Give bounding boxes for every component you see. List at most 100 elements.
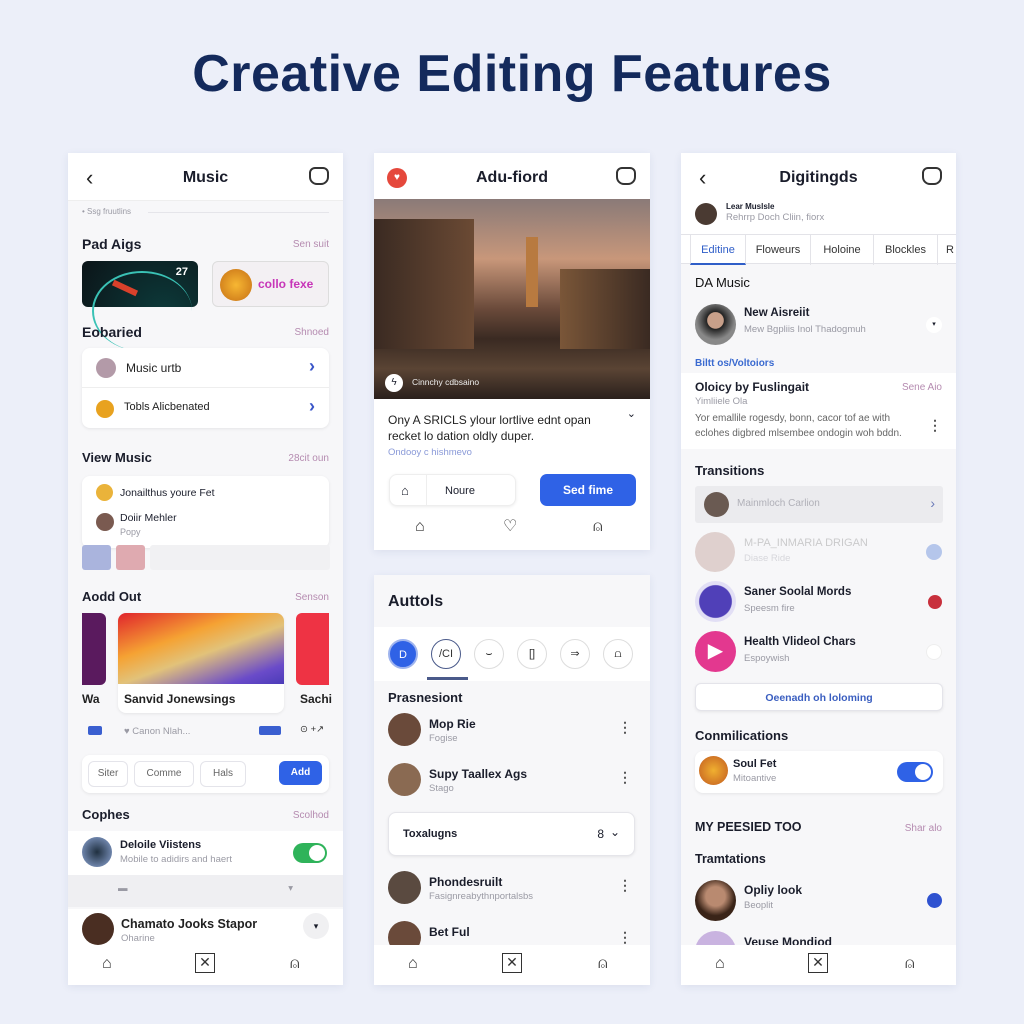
link[interactable]: Biltt os/Voltoiors bbox=[695, 358, 774, 369]
music-icon bbox=[695, 581, 736, 622]
home-icon[interactable]: ⌂ bbox=[102, 955, 112, 973]
list-item[interactable]: Mainmloch Carlion › bbox=[695, 486, 943, 523]
halo-button[interactable]: Hals bbox=[200, 761, 246, 787]
avatar bbox=[695, 203, 717, 225]
more-icon[interactable]: ⋮ bbox=[618, 719, 632, 736]
profile-icon[interactable]: ⍝ bbox=[593, 518, 603, 536]
close-box-icon[interactable]: ✕ bbox=[808, 953, 828, 973]
see-all-link[interactable]: Sen suit bbox=[293, 239, 329, 250]
item-title: Opliy look bbox=[744, 883, 803, 897]
more-icon[interactable]: ⋮ bbox=[928, 417, 942, 434]
avatar bbox=[388, 713, 421, 746]
tool-icon[interactable]: ⩍ bbox=[603, 639, 633, 669]
carousel-card-right[interactable] bbox=[296, 613, 329, 685]
mask-icon[interactable] bbox=[616, 167, 636, 185]
see-all-link[interactable]: 28cit oun bbox=[288, 453, 329, 464]
color-swatch[interactable] bbox=[116, 545, 145, 570]
mask-icon[interactable] bbox=[922, 167, 942, 185]
thumbnail-gauge[interactable]: 27 bbox=[82, 261, 198, 351]
text-input[interactable]: ⌂ Noure bbox=[389, 474, 516, 506]
dropdown-icon[interactable]: ▾ bbox=[926, 317, 942, 333]
expand-button[interactable]: ▾ bbox=[303, 913, 329, 939]
tool-icon[interactable]: ⌣ bbox=[474, 639, 504, 669]
primary-button[interactable]: Sed fime bbox=[540, 474, 636, 506]
toggle-switch[interactable] bbox=[897, 762, 933, 782]
list-item[interactable]: Music urtb › bbox=[82, 348, 329, 388]
see-all-link[interactable]: Senson bbox=[295, 592, 329, 603]
list-item[interactable]: Deloile Viistens Mobile to adidirs and h… bbox=[68, 831, 343, 875]
load-more-button[interactable]: Oeenadh oh loloming bbox=[695, 683, 943, 711]
more-icon[interactable]: ⋮ bbox=[618, 769, 632, 786]
item-label: Music urtb bbox=[126, 361, 182, 375]
dropdown[interactable]: Toxalugns 8 ⌄ bbox=[388, 812, 635, 856]
list-item[interactable]: Phondesruilt Fasignreabythnportalsbs ⋮ bbox=[374, 869, 650, 909]
list-item[interactable]: New Aisreiit Mew Bgpliis Inol Thadogmuh … bbox=[681, 303, 956, 347]
toggle-switch[interactable] bbox=[293, 843, 327, 863]
card: Oloicy by Fuslingait Sene Aio Yimliiele … bbox=[681, 373, 956, 449]
more-icon[interactable]: ⋮ bbox=[618, 929, 632, 946]
tab-holoine[interactable]: Holoine bbox=[811, 235, 874, 265]
home-icon[interactable]: ⌂ bbox=[715, 955, 725, 973]
filter-button[interactable]: Siter bbox=[88, 761, 128, 787]
tab-blockles[interactable]: Blockles bbox=[874, 235, 938, 265]
carousel-card-center[interactable]: Sanvid Jonewsings bbox=[118, 613, 284, 713]
close-box-icon[interactable]: ✕ bbox=[195, 953, 215, 973]
tool-icon[interactable]: [] bbox=[517, 639, 547, 669]
see-all-link[interactable]: Scolhod bbox=[293, 810, 329, 821]
city-photo[interactable]: ϟ Cinnchy cdbsaino bbox=[374, 199, 650, 399]
color-swatch[interactable] bbox=[150, 545, 330, 570]
list-item[interactable]: Chamato Jooks Stapor Oharine ▾ bbox=[68, 909, 343, 949]
item-title: Deloile Viistens bbox=[120, 839, 202, 851]
home-icon[interactable]: ⌂ bbox=[415, 518, 425, 536]
profile-icon[interactable]: ⍝ bbox=[905, 955, 915, 973]
tab-floweurs[interactable]: Floweurs bbox=[746, 235, 811, 265]
list-item[interactable]: Bet Ful ⋮ bbox=[374, 919, 650, 954]
profile-subtitle: Rehrrp Doch Cliin, fiorx bbox=[726, 212, 825, 223]
list-item[interactable]: Soul Fet Mitoantive bbox=[695, 751, 943, 793]
chevron-right-icon: › bbox=[309, 356, 315, 376]
home-icon[interactable]: ⌂ bbox=[408, 955, 418, 973]
list-item[interactable]: Opliy look Beoplit bbox=[681, 879, 956, 923]
tool-icon-selected[interactable]: D bbox=[388, 639, 418, 669]
tool-icon[interactable]: ⇒ bbox=[560, 639, 590, 669]
share-icon[interactable]: ⊙ +↗ bbox=[300, 724, 324, 735]
combine-button[interactable]: Comme bbox=[134, 761, 194, 787]
profile-row[interactable]: Lear Muslsle Rehrrp Doch Cliin, fiorx bbox=[681, 199, 956, 234]
bag-icon: ⌂ bbox=[401, 483, 409, 498]
collapsed-row[interactable]: ▬ ▾ bbox=[68, 875, 343, 907]
section-title: Pad Aigs bbox=[82, 236, 142, 252]
section-title: Tramtations bbox=[695, 852, 766, 866]
carousel-card-left[interactable] bbox=[82, 613, 106, 685]
mask-icon[interactable] bbox=[309, 167, 329, 185]
avatar bbox=[82, 837, 112, 867]
thumbnail-collo[interactable]: collo fexe bbox=[212, 261, 329, 307]
list-item[interactable]: Supy Taallex Ags Stago ⋮ bbox=[374, 761, 650, 801]
tab-more[interactable]: R bbox=[938, 235, 956, 265]
link[interactable]: Ondooy c hishmevo bbox=[388, 447, 472, 458]
avatar bbox=[388, 871, 421, 904]
list-item[interactable]: M-PA_INMARIA DRIGAN Diase Ride bbox=[681, 530, 956, 574]
tab-indicator bbox=[427, 677, 468, 680]
profile-icon[interactable]: ⍝ bbox=[598, 955, 608, 973]
profile-icon[interactable]: ⍝ bbox=[290, 955, 300, 973]
see-all-link[interactable]: Shnoed bbox=[295, 327, 329, 338]
add-icon[interactable] bbox=[927, 893, 942, 908]
item-title: Doiir Mehler bbox=[120, 512, 177, 524]
card-label: Sanvid Jonewsings bbox=[124, 692, 236, 706]
color-swatch[interactable] bbox=[82, 545, 111, 570]
chevron-down-icon[interactable]: ⌄ bbox=[627, 407, 636, 420]
see-all-link[interactable]: Shar alo bbox=[905, 823, 942, 834]
add-button[interactable]: Add bbox=[279, 761, 322, 785]
list-item[interactable]: Mop Rie Fogise ⋮ bbox=[374, 711, 650, 751]
radio-button[interactable] bbox=[926, 644, 942, 660]
list-item[interactable]: Saner Soolal Mords Speesm fire bbox=[681, 580, 956, 624]
see-all-link[interactable]: Sene Aio bbox=[902, 382, 942, 393]
tab-editine[interactable]: Editine bbox=[690, 235, 746, 265]
tool-icon[interactable]: /CI bbox=[431, 639, 461, 669]
close-box-icon[interactable]: ✕ bbox=[502, 953, 522, 973]
item-subtitle: Popy bbox=[120, 527, 141, 537]
list-item[interactable]: Tobls Alicbenated › bbox=[82, 388, 329, 428]
more-icon[interactable]: ⋮ bbox=[618, 877, 632, 894]
heart-icon[interactable]: ♡ bbox=[503, 516, 517, 536]
list-item[interactable]: ▶ Health Vlideol Chars Espoywish bbox=[681, 630, 956, 674]
